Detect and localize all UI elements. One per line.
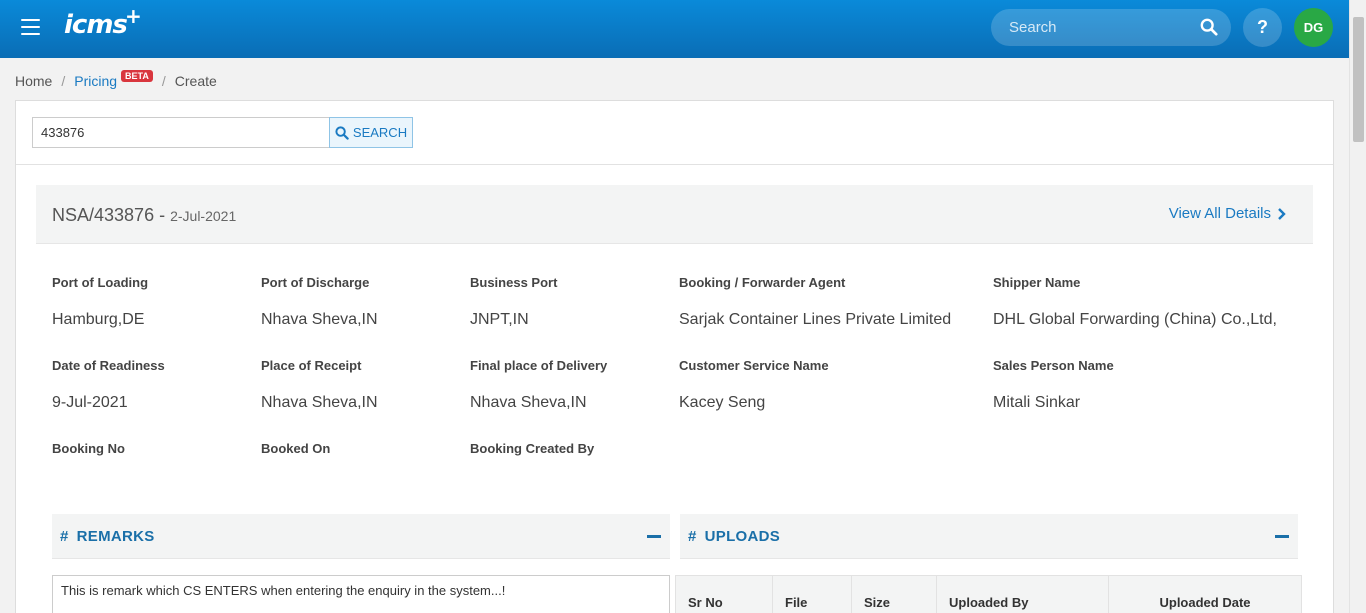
customer-service-name-label: Customer Service Name [679, 358, 829, 373]
port-of-loading-label: Port of Loading [52, 275, 149, 290]
search-icon [335, 125, 349, 140]
uploads-panel-header: # UPLOADS [680, 514, 1298, 559]
app-logo[interactable]: icms + [64, 4, 142, 40]
final-place-of-delivery-value: Nhava Sheva,IN [470, 394, 587, 411]
record-search-input[interactable] [32, 117, 330, 148]
top-navbar: icms+ ? DG [0, 0, 1349, 58]
uploads-title: # UPLOADS [688, 528, 780, 545]
collapse-uploads-icon[interactable] [1275, 535, 1289, 538]
breadcrumb-separator: / [61, 73, 66, 89]
search-button-label: SEARCH [352, 125, 408, 140]
collapse-remarks-icon[interactable] [647, 535, 661, 538]
port-of-loading-value: Hamburg,DE [52, 311, 145, 328]
remarks-text: This is remark which CS ENTERS when ente… [52, 575, 670, 613]
uploads-header-row: Sr No File Size Uploaded By Uploaded Dat… [675, 575, 1302, 613]
shipper-name-value: DHL Global Forwarding (China) Co.,Ltd, [993, 311, 1277, 328]
record-id: NSA/433876 [52, 205, 155, 225]
sales-person-name-label: Sales Person Name [993, 358, 1114, 373]
record-title: NSA/433876 - 2-Jul-2021 [52, 205, 236, 226]
beta-badge: BETA [121, 70, 153, 82]
column-header-uploaded-date[interactable]: Uploaded Date [1108, 575, 1302, 613]
user-avatar[interactable]: DG [1294, 8, 1333, 47]
booking-agent-value: Sarjak Container Lines Private Limited [679, 311, 952, 328]
view-all-details-link[interactable]: View All Details [1169, 205, 1286, 222]
uploads-title-label: UPLOADS [704, 528, 781, 545]
help-button[interactable]: ? [1243, 8, 1282, 47]
divider [16, 164, 1333, 165]
breadcrumb: Home / Pricing BETA / Create [15, 70, 217, 89]
remarks-title: # REMARKS [60, 528, 155, 545]
page-scrollbar[interactable] [1349, 0, 1366, 613]
record-header: NSA/433876 - 2-Jul-2021 View All Details [36, 185, 1313, 244]
date-of-readiness-value: 9-Jul-2021 [52, 394, 128, 411]
breadcrumb-pricing[interactable]: Pricing [74, 73, 117, 89]
view-all-details-label: View All Details [1168, 205, 1271, 222]
global-search-input[interactable] [991, 9, 1191, 46]
column-header-uploaded-by[interactable]: Uploaded By [936, 575, 1109, 613]
record-date: 2-Jul-2021 [170, 208, 237, 224]
customer-service-name-value: Kacey Seng [679, 394, 766, 411]
record-title-separator: - [154, 205, 171, 225]
date-of-readiness-label: Date of Readiness [52, 358, 165, 373]
final-place-of-delivery-label: Final place of Delivery [470, 358, 608, 373]
chevron-right-icon [1278, 207, 1286, 220]
business-port-label: Business Port [470, 275, 558, 290]
column-header-file[interactable]: File [772, 575, 852, 613]
remarks-hash: # [60, 528, 69, 545]
breadcrumb-create: Create [174, 73, 217, 89]
shipper-name-label: Shipper Name [993, 275, 1081, 290]
place-of-receipt-label: Place of Receipt [261, 358, 362, 373]
uploads-hash: # [688, 528, 697, 545]
place-of-receipt-value: Nhava Sheva,IN [261, 394, 378, 411]
booking-agent-label: Booking / Forwarder Agent [679, 275, 846, 290]
search-icon[interactable] [1200, 18, 1218, 36]
booking-created-by-label: Booking Created By [470, 441, 595, 456]
uploads-table: Sr No File Size Uploaded By Uploaded Dat… [675, 575, 1302, 613]
breadcrumb-separator: / [161, 73, 166, 89]
column-header-sr-no[interactable]: Sr No [675, 575, 773, 613]
business-port-value: JNPT,IN [470, 311, 529, 328]
scrollbar-thumb[interactable] [1353, 17, 1364, 142]
port-of-discharge-label: Port of Discharge [261, 275, 370, 290]
main-card: SEARCH NSA/433876 - 2-Jul-2021 View All … [15, 100, 1334, 613]
column-header-size[interactable]: Size [851, 575, 937, 613]
breadcrumb-home[interactable]: Home [15, 73, 52, 89]
booking-no-label: Booking No [52, 441, 125, 456]
global-search [991, 9, 1231, 46]
menu-icon[interactable] [21, 19, 40, 36]
booked-on-label: Booked On [261, 441, 331, 456]
remarks-title-label: REMARKS [76, 528, 155, 545]
sales-person-name-value: Mitali Sinkar [993, 394, 1081, 411]
search-button[interactable]: SEARCH [329, 117, 413, 148]
remarks-panel-header: # REMARKS [52, 514, 670, 559]
port-of-discharge-value: Nhava Sheva,IN [261, 311, 378, 328]
